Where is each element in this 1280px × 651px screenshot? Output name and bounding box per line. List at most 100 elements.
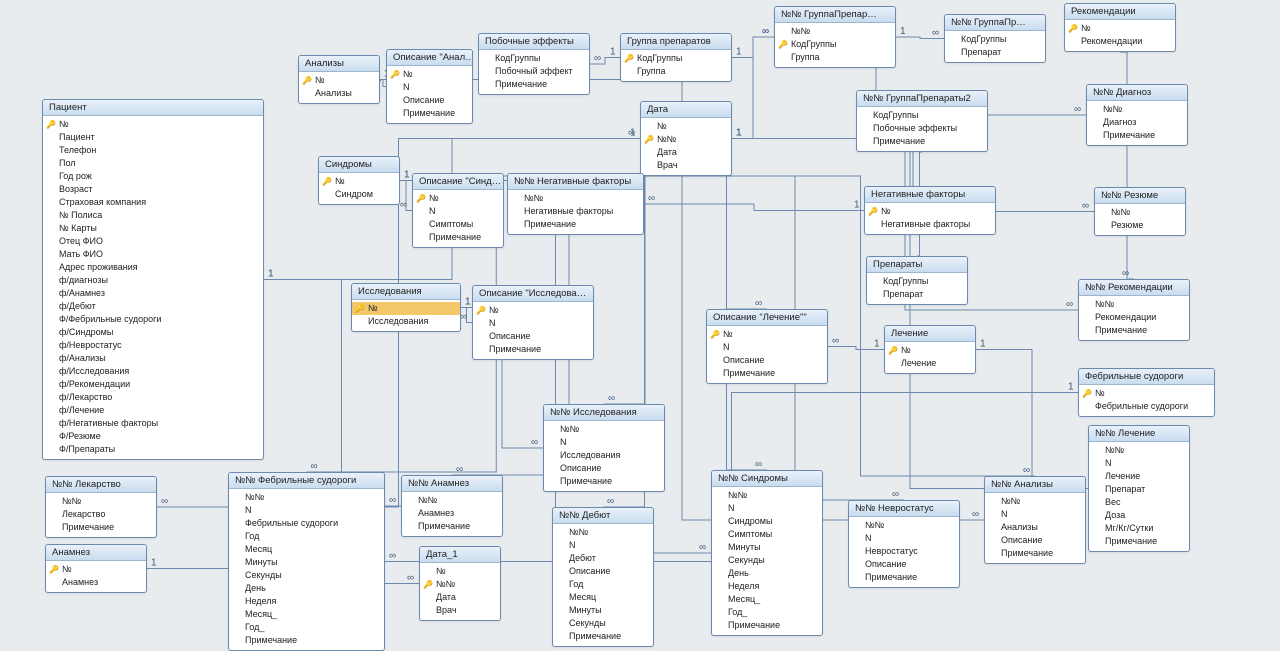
field[interactable]: Неделя [229,595,384,608]
field[interactable]: Анализы [299,87,379,100]
table-header[interactable]: Побочные эффекты [479,34,589,50]
field[interactable]: ф/диагнозы [43,274,263,287]
field[interactable]: Ф/Препараты [43,443,263,456]
table-header[interactable]: №№ Резюме [1095,188,1185,204]
table-header[interactable]: Рекомендации [1065,4,1175,20]
relation-line[interactable] [644,204,864,211]
table-t_nnnegf[interactable]: №№ Негативные факторы№№Негативные фактор… [507,173,644,235]
field[interactable]: ф/Синдромы [43,326,263,339]
table-t_nnsind[interactable]: №№ Синдромы№№NСиндромыСимптомыМинутыСеку… [711,470,823,636]
field[interactable]: Вес [1089,496,1189,509]
field[interactable]: Негативные факторы [865,218,995,231]
field[interactable]: ф/Негативные факторы [43,417,263,430]
table-header[interactable]: Препараты [867,257,967,273]
field[interactable]: ф/Лекарство [43,391,263,404]
field[interactable]: Резюме [1095,219,1185,232]
field[interactable]: Рекомендации [1079,311,1189,324]
field[interactable]: №№ [1079,298,1189,311]
table-t_nnanamnez[interactable]: №№ Анамнез№№АнамнезПримечание [401,475,503,537]
field[interactable]: Примечание [553,630,653,643]
table-t_nnlek[interactable]: №№ Лекарство№№ЛекарствоПримечание [45,476,157,538]
table-t_nnlech[interactable]: №№ Лечение№№NЛечениеПрепаратВесДозаМг/Кг… [1088,425,1190,552]
table-header[interactable]: №№ Фебрильные судороги [229,473,384,489]
field[interactable]: N [387,81,472,94]
field[interactable]: ф/Лечение [43,404,263,417]
field[interactable]: № [865,205,995,218]
field[interactable]: №№ [775,25,895,38]
field[interactable]: № [46,563,146,576]
field[interactable]: День [712,567,822,580]
table-t_sindromy[interactable]: Синдромы№Синдром [318,156,400,205]
table-t_nnanalizy[interactable]: №№ Анализы№№NАнализыОписаниеПримечание [984,476,1086,564]
table-header[interactable]: Дата [641,102,731,118]
field[interactable]: КодГруппы [479,52,589,65]
field[interactable]: № [299,74,379,87]
table-header[interactable]: Описание "Синд… [413,174,503,190]
field[interactable]: Примечание [229,634,384,647]
field[interactable]: День [229,582,384,595]
table-header[interactable]: Негативные факторы [865,187,995,203]
field[interactable]: Примечание [857,135,987,148]
field[interactable]: Описание [553,565,653,578]
table-t_issled[interactable]: Исследования№Исследования [351,283,461,332]
field[interactable]: Месяц [229,543,384,556]
table-header[interactable]: Описание "Анал… [387,50,472,66]
field[interactable]: КодГруппы [945,33,1045,46]
field[interactable]: Симптомы [712,528,822,541]
field[interactable]: Побочный эффект [479,65,589,78]
field[interactable]: Год_ [712,606,822,619]
table-header[interactable]: №№ Диагноз [1087,85,1187,101]
field[interactable]: Ф/Резюме [43,430,263,443]
field[interactable]: Примечание [402,520,502,533]
field[interactable]: Пациент [43,131,263,144]
field[interactable]: Фебрильные судороги [1079,400,1214,413]
field[interactable]: КодГруппы [621,52,731,65]
table-t_nnissled[interactable]: №№ Исследования№№NИсследованияОписаниеПр… [543,404,665,492]
field[interactable]: Примечание [479,78,589,91]
field[interactable]: N [229,504,384,517]
field[interactable]: Лечение [1089,470,1189,483]
field[interactable]: Побочные эффекты [857,122,987,135]
table-header[interactable]: Фебрильные судороги [1079,369,1214,385]
table-t_op_lech[interactable]: Описание "Лечение""№NОписаниеПримечание [706,309,828,384]
field[interactable]: Синдромы [712,515,822,528]
table-header[interactable]: Дата_1 [420,547,500,563]
table-header[interactable]: №№ Негативные факторы [508,174,643,190]
field[interactable]: N [413,205,503,218]
table-header[interactable]: №№ ГруппаПр… [945,15,1045,31]
table-header[interactable]: Анамнез [46,545,146,561]
table-t_nndebut[interactable]: №№ Дебют№№NДебютОписаниеГодМесяцМинутыСе… [552,507,654,647]
field[interactable]: Симптомы [413,218,503,231]
field[interactable]: Секунды [229,569,384,582]
table-header[interactable]: Лечение [885,326,975,342]
field[interactable]: № [473,304,593,317]
table-header[interactable]: Группа препаратов [621,34,731,50]
field[interactable]: Примечание [46,521,156,534]
field[interactable]: Год рож [43,170,263,183]
field[interactable]: Описание [849,558,959,571]
field[interactable]: № [352,302,460,315]
field[interactable]: КодГруппы [867,275,967,288]
field[interactable]: Возраст [43,183,263,196]
field[interactable]: ф/Анамнез [43,287,263,300]
field[interactable]: Страховая компания [43,196,263,209]
field[interactable]: Год_ [229,621,384,634]
table-t_nngrp2[interactable]: №№ ГруппаПрепараты2КодГруппыПобочные эфф… [856,90,988,152]
field[interactable]: N [985,508,1085,521]
field[interactable]: №№ [1087,103,1187,116]
field[interactable]: Отец ФИО [43,235,263,248]
field[interactable]: №№ [229,491,384,504]
table-header[interactable]: №№ Дебют [553,508,653,524]
field[interactable]: Описание [544,462,664,475]
field[interactable]: N [1089,457,1189,470]
field[interactable]: Негативные факторы [508,205,643,218]
table-header[interactable]: Анализы [299,56,379,72]
field[interactable]: Описание [985,534,1085,547]
field[interactable]: Примечание [1087,129,1187,142]
field[interactable]: Группа [775,51,895,64]
field[interactable]: Телефон [43,144,263,157]
table-t_analizy[interactable]: Анализы№Анализы [298,55,380,104]
field[interactable]: Секунды [712,554,822,567]
table-header[interactable]: №№ Исследования [544,405,664,421]
field[interactable]: Месяц [553,591,653,604]
